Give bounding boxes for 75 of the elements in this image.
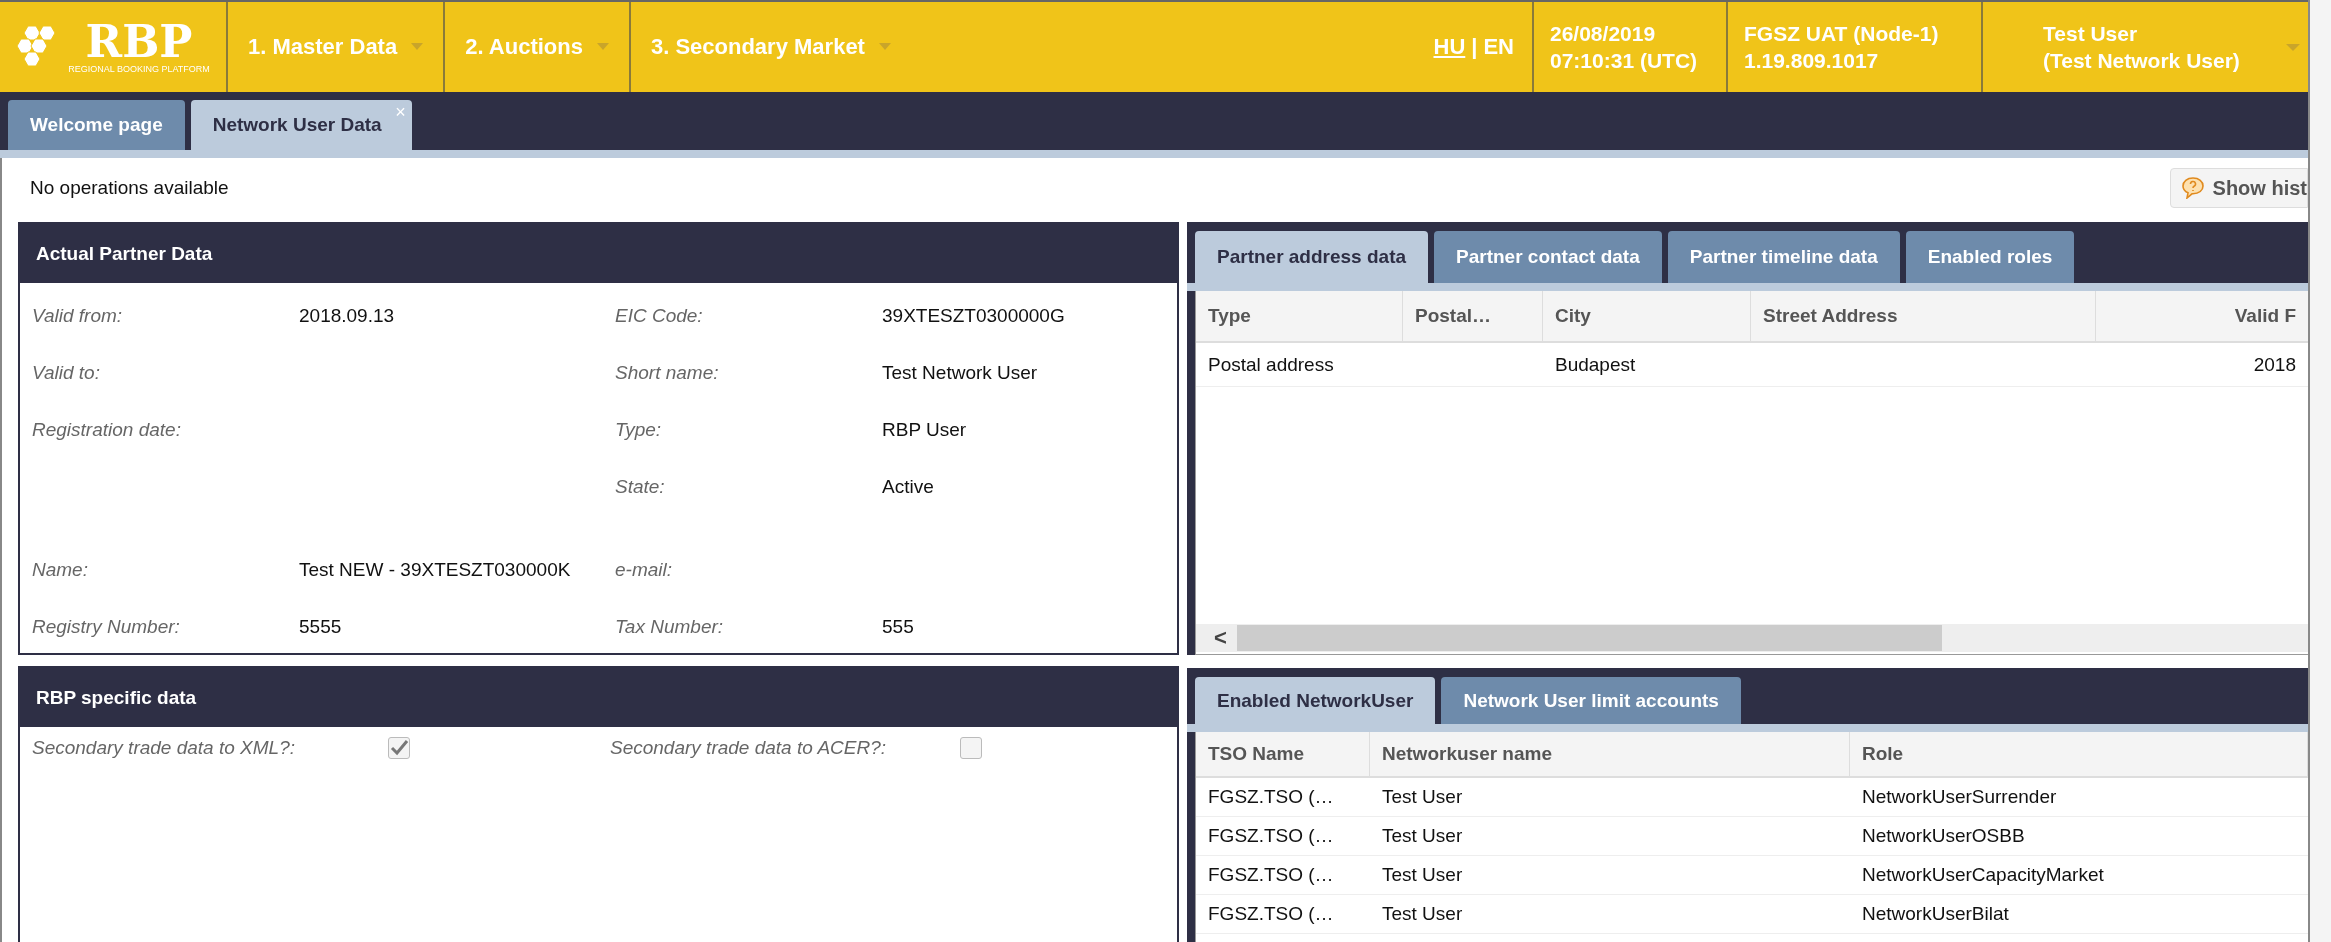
field-label: State: — [615, 475, 665, 497]
table-cell: Postal address — [1208, 353, 1334, 376]
field-label: Registry Number: — [32, 615, 180, 637]
column-header[interactable]: Type — [1196, 291, 1403, 341]
field-value: 2018.09.13 — [299, 304, 395, 326]
field-label: Valid to: — [32, 361, 100, 383]
field-value: RBP User — [882, 418, 967, 440]
date-time-text: 26/08/2019 — [1550, 21, 1657, 47]
column-header[interactable]: Networkuser name — [1370, 732, 1850, 776]
caret-icon — [596, 43, 609, 51]
table-cell: Test User — [1382, 786, 1463, 808]
column-header[interactable]: Street Address — [1751, 291, 2096, 341]
field-label: Type: — [615, 418, 662, 440]
table-cell: NetworkUserSurrender — [1862, 786, 2057, 808]
panel-title: RBP specific data — [20, 668, 1177, 727]
table-cell: Test User — [1382, 903, 1463, 925]
page-tab[interactable]: Welcome page — [8, 100, 185, 150]
table-cell: FGSZ.TSO (… — [1208, 903, 1334, 925]
field-label: e-mail: — [615, 558, 672, 580]
table-cell: NetworkUserBilat — [1862, 903, 2009, 925]
section-tab[interactable]: Partner timeline data — [1667, 231, 1900, 283]
logo-tagline: REGIONAL BOOKING PLATFORM — [68, 64, 210, 74]
field-label: Valid from: — [32, 304, 123, 326]
table-cell: Test User — [1382, 864, 1463, 886]
section-tab[interactable]: Enabled roles — [1905, 231, 2075, 283]
date-time-text: 07:10:31 (UTC) — [1550, 48, 1699, 74]
section-tab[interactable]: Partner address data — [1195, 231, 1429, 283]
table-cell: Budapest — [1555, 353, 1636, 376]
section-tab[interactable]: Network User limit accounts — [1441, 677, 1741, 724]
show-history-button[interactable]: Show hist — [2169, 168, 2308, 208]
horizontal-scrollbar[interactable]: < — [1196, 624, 2308, 652]
field-value: Active — [882, 475, 934, 497]
caret-icon — [878, 43, 891, 51]
column-header[interactable]: TSO Name — [1196, 732, 1370, 776]
table-cell: NetworkUserOSBB — [1862, 825, 2025, 847]
field-label: Short name: — [615, 361, 719, 383]
panel-title: Actual Partner Data — [20, 224, 1177, 283]
field-value: Test NEW - 39XTESZT030000K — [299, 558, 571, 580]
language-separator: | — [1471, 34, 1478, 60]
table-cell: FGSZ.TSO (… — [1208, 864, 1334, 886]
field-label: EIC Code: — [615, 304, 703, 326]
environment-text: 1.19.809.1017 — [1744, 48, 1880, 74]
field-value: 5555 — [299, 615, 342, 637]
speech-bubble-icon — [2180, 177, 2205, 199]
field-label: Name: — [32, 558, 88, 580]
user-name-text: (Test Network User) — [2043, 48, 2241, 74]
column-header[interactable]: City — [1543, 291, 1751, 341]
scroll-left-arrow[interactable]: < — [1214, 625, 1227, 651]
section-tab[interactable]: Partner contact data — [1434, 231, 1662, 283]
scrollbar-thumb[interactable] — [1236, 625, 1942, 651]
field-label: Tax Number: — [615, 615, 724, 637]
field-label: Secondary trade data to XML?: — [32, 737, 296, 759]
field-label: Secondary trade data to ACER?: — [610, 737, 887, 759]
caret-icon — [411, 43, 424, 51]
environment-text: FGSZ UAT (Node-1) — [1744, 21, 1940, 47]
status-message: No operations available — [30, 177, 229, 199]
table-cell: 2018 — [2253, 353, 2296, 376]
user-name-text: Test User — [2043, 21, 2139, 47]
field-value: 39XTESZT0300000G — [882, 304, 1065, 326]
field-value: 555 — [882, 615, 914, 637]
column-header[interactable]: Valid F — [2096, 291, 2308, 341]
field-value: Test Network User — [882, 361, 1038, 383]
table-cell: FGSZ.TSO (… — [1208, 825, 1334, 847]
table-cell: FGSZ.TSO (… — [1208, 786, 1334, 808]
logo-text: RBP — [85, 20, 193, 64]
table-cell: NetworkUserCapacityMarket — [1862, 864, 2104, 886]
checkbox[interactable] — [960, 737, 982, 759]
checkbox[interactable] — [388, 737, 410, 759]
section-tab[interactable]: Enabled NetworkUser — [1195, 677, 1436, 724]
field-label: Registration date: — [32, 418, 181, 440]
caret-icon[interactable] — [2286, 44, 2300, 52]
table-cell: Test User — [1382, 825, 1463, 847]
page-tab[interactable]: Network User Data × — [190, 100, 412, 150]
column-header[interactable]: Postal… — [1403, 291, 1543, 341]
column-header[interactable]: Role — [1850, 732, 2308, 776]
